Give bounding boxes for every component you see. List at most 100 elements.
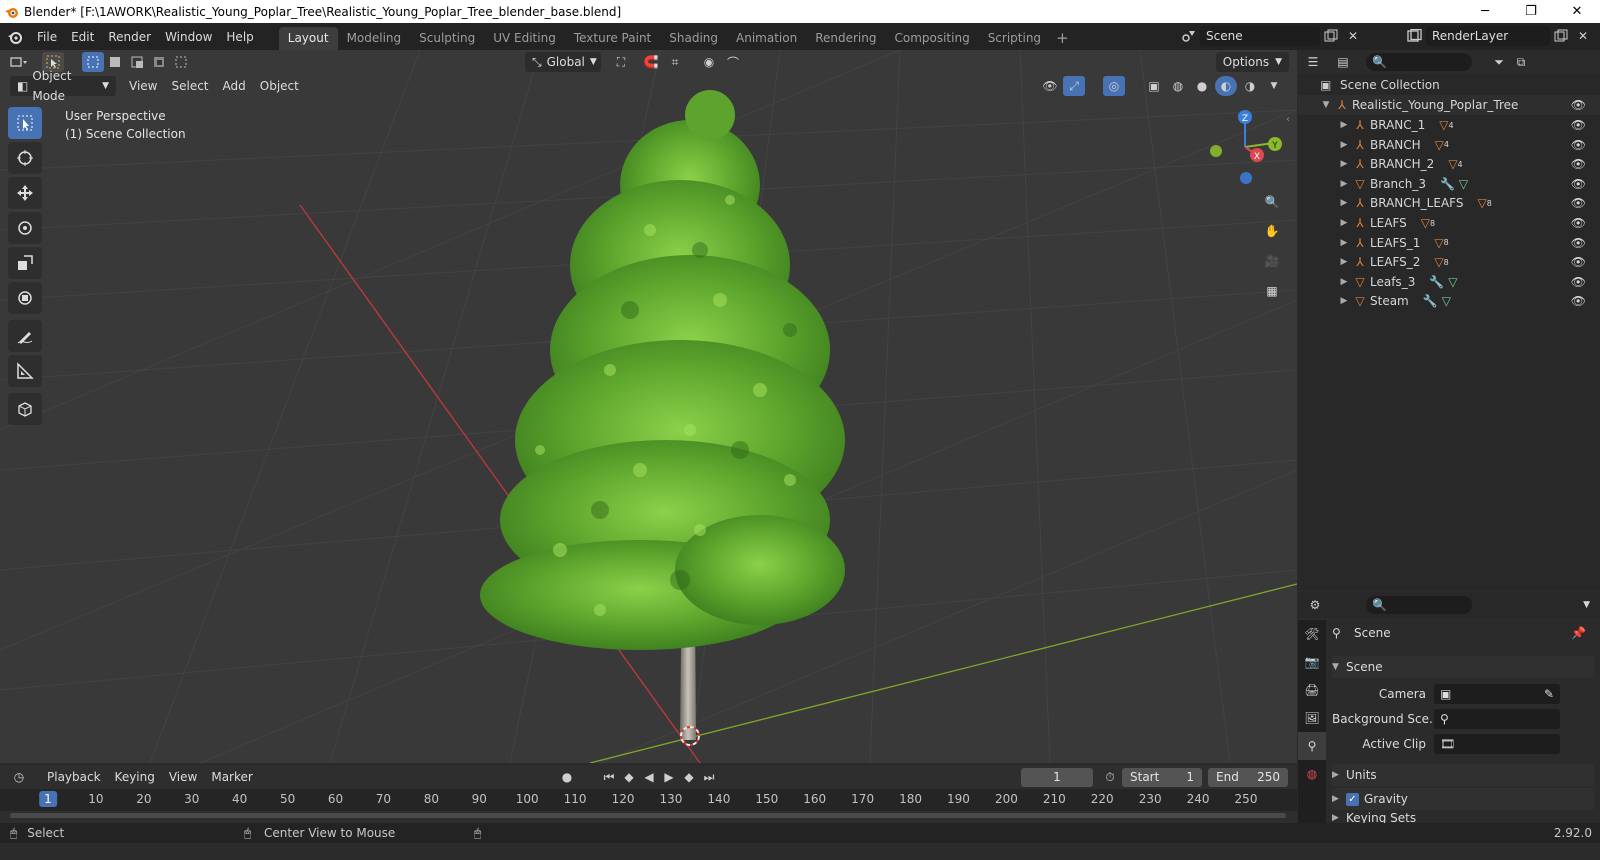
next-keyframe-icon[interactable]: ◆ (678, 767, 700, 787)
chevron-down-icon[interactable]: ▼ (1583, 600, 1590, 610)
tab-layout[interactable]: Layout (278, 27, 338, 50)
viewport-menu-view[interactable]: View (122, 76, 164, 96)
delete-scene-icon[interactable]: ✕ (1342, 26, 1364, 46)
annotate-tool-button[interactable] (8, 320, 42, 352)
overlays-toggle-icon[interactable]: ◎ (1103, 76, 1125, 96)
jump-end-icon[interactable]: ⏭ (698, 767, 720, 787)
timeline-scrollbar[interactable] (10, 813, 1286, 818)
mode-extend-icon[interactable] (104, 52, 126, 72)
record-icon[interactable]: ● (556, 767, 578, 787)
new-scene-icon[interactable] (1320, 26, 1342, 46)
visibility-eye-icon[interactable]: 👁 (1571, 216, 1586, 230)
tab-tool[interactable]: 🛠 (1298, 620, 1326, 648)
rotate-tool-button[interactable] (8, 212, 42, 244)
object-mode-dropdown[interactable]: ◧ Object Mode ▼ (10, 69, 116, 103)
mode-invert-icon[interactable] (148, 52, 170, 72)
camera-field[interactable]: ▣ ✎ (1434, 684, 1560, 704)
visibility-eye-icon[interactable]: 👁 (1571, 236, 1586, 250)
scale-tool-button[interactable] (8, 247, 42, 279)
camera-view-button[interactable]: 🎥 (1259, 248, 1285, 274)
expand-right-icon[interactable]: ▶ (1338, 120, 1350, 130)
end-frame-field[interactable]: End 250 (1208, 768, 1288, 787)
visibility-icon[interactable]: 👁 (1039, 76, 1061, 96)
add-cube-tool-button[interactable] (8, 393, 42, 425)
viewport-menu-add[interactable]: Add (216, 76, 253, 96)
ortho-toggle-button[interactable]: ▦ (1259, 278, 1285, 304)
menu-window[interactable]: Window (158, 26, 219, 48)
tab-output[interactable]: 🖨 (1298, 676, 1326, 704)
visibility-eye-icon[interactable]: 👁 (1571, 196, 1586, 210)
transform-orientation-dropdown[interactable]: ⤡ Global ▼ (525, 52, 601, 72)
menu-help[interactable]: Help (219, 26, 260, 48)
current-frame-field[interactable]: 1 (1021, 768, 1093, 787)
outliner-item[interactable]: ▶ ▽ Leafs_3 🔧 ▽ 👁 (1298, 272, 1600, 292)
new-layer-icon[interactable] (1550, 26, 1572, 46)
visibility-eye-icon[interactable]: 👁 (1571, 177, 1586, 191)
filter-icon[interactable]: ⏷ (1488, 52, 1510, 72)
view-layer-icon[interactable] (1404, 26, 1426, 46)
close-button[interactable]: ✕ (1554, 0, 1600, 23)
chevron-down-icon[interactable]: ▼ (1263, 76, 1285, 96)
expand-right-icon[interactable]: ▶ (1338, 218, 1350, 228)
rendered-shading-icon[interactable]: ◑ (1239, 76, 1261, 96)
move-tool-button[interactable] (8, 177, 42, 209)
add-workspace-button[interactable]: + (1050, 27, 1075, 50)
visibility-eye-icon[interactable]: 👁 (1571, 98, 1586, 112)
snap-icon[interactable]: 🧲 (640, 52, 662, 72)
expand-right-icon[interactable]: ▶ (1338, 159, 1350, 169)
tab-shading[interactable]: Shading (660, 27, 727, 50)
pin-icon[interactable]: 📌 (1571, 626, 1586, 640)
tab-compositing[interactable]: Compositing (885, 27, 978, 50)
render-layer-field[interactable]: RenderLayer (1426, 26, 1550, 46)
snap-target-icon[interactable]: ⌗ (664, 52, 686, 72)
cursor-tool-button[interactable] (8, 142, 42, 174)
new-collection-icon[interactable]: ⧉ (1510, 52, 1532, 72)
expand-right-icon[interactable]: ▶ (1338, 179, 1350, 189)
tab-scripting[interactable]: Scripting (979, 27, 1050, 50)
visibility-eye-icon[interactable]: 👁 (1571, 157, 1586, 171)
outliner-search-input[interactable]: 🔍 (1366, 53, 1472, 71)
editor-type-icon[interactable] (8, 52, 30, 72)
outliner-item[interactable]: ▶ ⅄ BRANCH ▽ 4 👁 (1298, 135, 1600, 155)
tab-render[interactable]: 📷 (1298, 648, 1326, 676)
maximize-button[interactable]: ❐ (1508, 0, 1554, 23)
outliner-item[interactable]: ▶ ⅄ BRANCH_LEAFS ▽ 8 👁 (1298, 193, 1600, 213)
play-icon[interactable]: ▶ (658, 767, 680, 787)
visibility-eye-icon[interactable]: 👁 (1571, 118, 1586, 132)
gravity-checkbox[interactable]: ✓ (1346, 792, 1359, 806)
wireframe-shading-icon[interactable]: ◍ (1167, 76, 1189, 96)
visibility-eye-icon[interactable]: 👁 (1571, 255, 1586, 269)
scene-name-field[interactable]: Scene (1200, 26, 1320, 46)
tab-view-layer[interactable]: 🖼 (1298, 704, 1326, 732)
sidebar-toggle-icon[interactable]: ‹ (1286, 114, 1290, 125)
gravity-panel-header[interactable]: ▶ ✓ Gravity (1332, 788, 1594, 810)
viewport-menu-object[interactable]: Object (253, 76, 306, 96)
outliner-item[interactable]: ▶ ▽ Steam 🔧 ▽ 👁 (1298, 291, 1600, 311)
timeline-menu-marker[interactable]: Marker (204, 767, 259, 787)
mode-subtract-icon[interactable] (126, 52, 148, 72)
outliner-scene-collection[interactable]: ▣ Scene Collection (1298, 75, 1600, 95)
timeline-menu-keying[interactable]: Keying (108, 767, 162, 787)
outliner-item[interactable]: ▶ ⅄ BRANCH_2 ▽ 4 👁 (1298, 154, 1600, 174)
mode-intersect-icon[interactable] (170, 52, 192, 72)
outliner-item[interactable]: ▶ ▽ Branch_3 🔧 ▽ 👁 (1298, 174, 1600, 194)
blender-menu-button[interactable] (0, 29, 30, 45)
viewport-menu-select[interactable]: Select (164, 76, 215, 96)
preview-range-icon[interactable]: ⏱ (1099, 767, 1121, 787)
measure-tool-button[interactable] (8, 355, 42, 387)
3d-viewport[interactable]: Z Y X ⤡ Global ▼ ⛶ 🧲 ⌗ ◉ ⌒ Options ▼ ◧ O… (0, 50, 1297, 763)
falloff-icon[interactable]: ⌒ (722, 52, 744, 72)
properties-search-input[interactable]: 🔍 (1366, 596, 1472, 614)
zoom-view-button[interactable]: 🔍 (1259, 189, 1285, 215)
expand-right-icon[interactable]: ▶ (1338, 198, 1350, 208)
delete-layer-icon[interactable]: ✕ (1572, 26, 1594, 46)
scene-panel-header[interactable]: ▼ Scene (1332, 656, 1594, 678)
outliner-collection-row[interactable]: ▼ ⅄ Realistic_Young_Poplar_Tree 👁 (1298, 95, 1600, 115)
visibility-eye-icon[interactable]: 👁 (1571, 275, 1586, 289)
timeline-menu-view[interactable]: View (162, 767, 204, 787)
expand-right-icon[interactable]: ▶ (1338, 238, 1350, 248)
prev-keyframe-icon[interactable]: ◆ (618, 767, 640, 787)
background-scene-field[interactable]: ⚲ (1434, 709, 1560, 729)
options-dropdown[interactable]: Options ▼ (1215, 52, 1289, 72)
outliner-item[interactable]: ▶ ⅄ LEAFS_2 ▽ 8 👁 (1298, 252, 1600, 272)
